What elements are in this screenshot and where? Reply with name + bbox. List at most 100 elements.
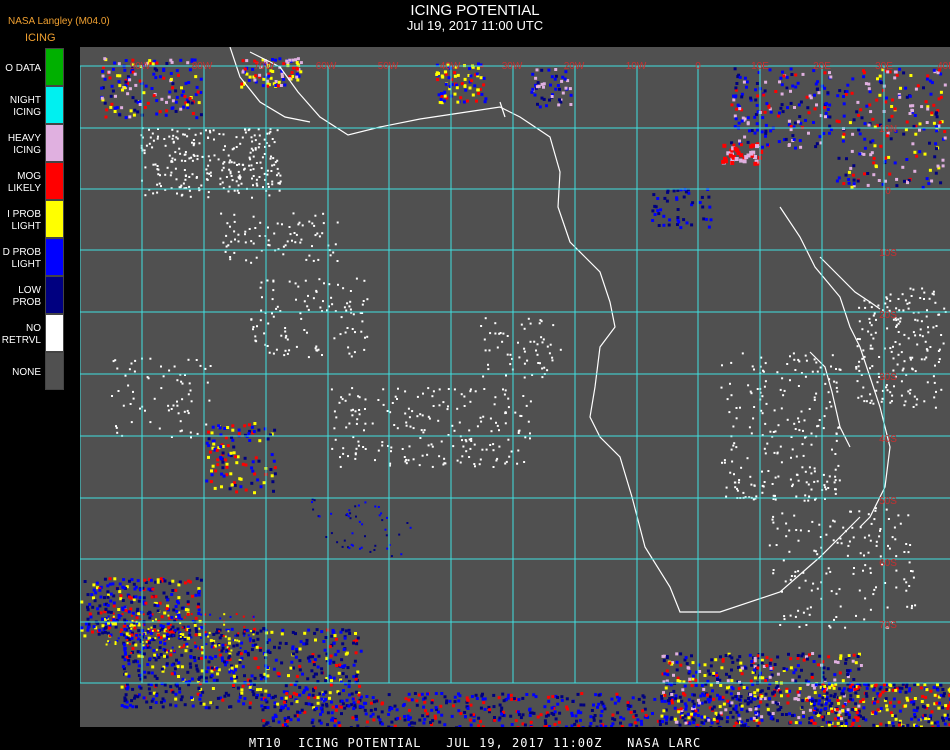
icing-cell bbox=[199, 113, 203, 117]
icing-cell bbox=[98, 604, 102, 608]
icing-cell bbox=[254, 147, 257, 150]
icing-cell bbox=[352, 701, 356, 705]
icing-cell bbox=[794, 697, 798, 701]
icing-cell bbox=[898, 690, 902, 694]
icing-cell bbox=[349, 726, 353, 727]
icing-cell bbox=[234, 634, 237, 637]
icing-cell bbox=[303, 710, 307, 714]
icing-cell bbox=[756, 388, 759, 390]
icing-cell bbox=[363, 348, 366, 351]
legend-label: D PROB LIGHT bbox=[2, 247, 41, 270]
icing-cell bbox=[685, 221, 689, 225]
icing-cell bbox=[407, 459, 410, 462]
icing-cell bbox=[798, 586, 801, 589]
icing-cell bbox=[577, 724, 581, 727]
icing-cell bbox=[923, 298, 925, 300]
icing-cell bbox=[519, 414, 522, 417]
icing-cell bbox=[260, 281, 263, 284]
icing-cell bbox=[893, 385, 895, 388]
icing-cell bbox=[660, 699, 664, 703]
icing-cell bbox=[139, 407, 141, 410]
icing-cell bbox=[348, 547, 351, 550]
icing-cell bbox=[932, 326, 935, 329]
latitude-label: 10N bbox=[879, 124, 897, 135]
icing-cell bbox=[216, 463, 220, 467]
icing-cell bbox=[813, 396, 816, 399]
icing-cell bbox=[824, 382, 827, 385]
icing-cell bbox=[923, 152, 927, 156]
icing-cell bbox=[748, 707, 752, 711]
icing-cell bbox=[543, 725, 547, 727]
icing-cell bbox=[207, 137, 210, 139]
icing-cell bbox=[869, 110, 873, 114]
icing-cell bbox=[129, 625, 132, 628]
icing-cell bbox=[135, 636, 138, 639]
icing-cell bbox=[109, 599, 113, 603]
icing-cell bbox=[418, 464, 421, 467]
icing-cell bbox=[708, 672, 712, 676]
icing-cell bbox=[541, 367, 544, 370]
icing-cell bbox=[184, 174, 187, 177]
legend-label: O DATA bbox=[5, 63, 41, 74]
icing-cell bbox=[548, 98, 551, 102]
icing-cell bbox=[553, 722, 557, 726]
icing-cell bbox=[171, 690, 175, 694]
icing-cell bbox=[840, 717, 843, 721]
icing-cell bbox=[870, 333, 873, 336]
icing-cell bbox=[434, 706, 438, 710]
icing-cell bbox=[272, 667, 276, 671]
icing-cell bbox=[878, 687, 882, 691]
icing-cell bbox=[255, 178, 258, 181]
icing-cell bbox=[354, 452, 357, 455]
icing-cell bbox=[428, 417, 431, 420]
icing-cell bbox=[797, 609, 800, 612]
icing-cell bbox=[318, 278, 321, 281]
icing-cell bbox=[255, 256, 258, 259]
icing-cell bbox=[288, 226, 291, 228]
icing-cell bbox=[128, 115, 132, 119]
icing-cell bbox=[341, 672, 345, 676]
icing-cell bbox=[182, 182, 185, 185]
icing-cell bbox=[923, 713, 927, 717]
icing-cell bbox=[298, 693, 302, 697]
icing-cell bbox=[352, 663, 356, 667]
icing-cell bbox=[873, 588, 876, 591]
icing-cell bbox=[109, 105, 113, 109]
icing-cell bbox=[348, 393, 351, 396]
icing-cell bbox=[776, 452, 779, 455]
icing-cell bbox=[252, 328, 254, 331]
icing-cell bbox=[903, 360, 906, 363]
icing-cell bbox=[259, 319, 262, 322]
icing-cell bbox=[661, 720, 665, 724]
icing-cell bbox=[771, 712, 775, 715]
icing-cell bbox=[885, 96, 888, 100]
icing-cell bbox=[172, 404, 175, 407]
icing-cell bbox=[730, 394, 733, 397]
icing-cell bbox=[154, 701, 158, 704]
icing-cell bbox=[190, 101, 194, 105]
icing-cell bbox=[438, 388, 441, 391]
icing-cell bbox=[869, 571, 872, 574]
icing-cell bbox=[535, 349, 537, 352]
icing-cell bbox=[753, 368, 755, 371]
icing-cell bbox=[262, 77, 266, 81]
icing-cell bbox=[473, 443, 476, 446]
icing-cell bbox=[516, 462, 519, 465]
icing-cell bbox=[939, 683, 943, 687]
icing-cell bbox=[854, 702, 858, 706]
icing-cell bbox=[404, 412, 407, 415]
icing-cell bbox=[748, 129, 751, 133]
icing-cell bbox=[228, 161, 231, 164]
icing-cell bbox=[168, 154, 171, 157]
icing-cell bbox=[268, 244, 271, 247]
longitude-label: 80W bbox=[192, 61, 213, 72]
icing-cell bbox=[849, 166, 853, 170]
icing-cell bbox=[930, 710, 934, 714]
icing-cell bbox=[295, 233, 298, 236]
icing-cell bbox=[469, 703, 473, 707]
icing-cell bbox=[926, 309, 928, 312]
icing-cell bbox=[189, 195, 192, 198]
icing-cell bbox=[576, 692, 580, 696]
icing-cell bbox=[578, 718, 582, 722]
icing-cell bbox=[863, 400, 866, 403]
